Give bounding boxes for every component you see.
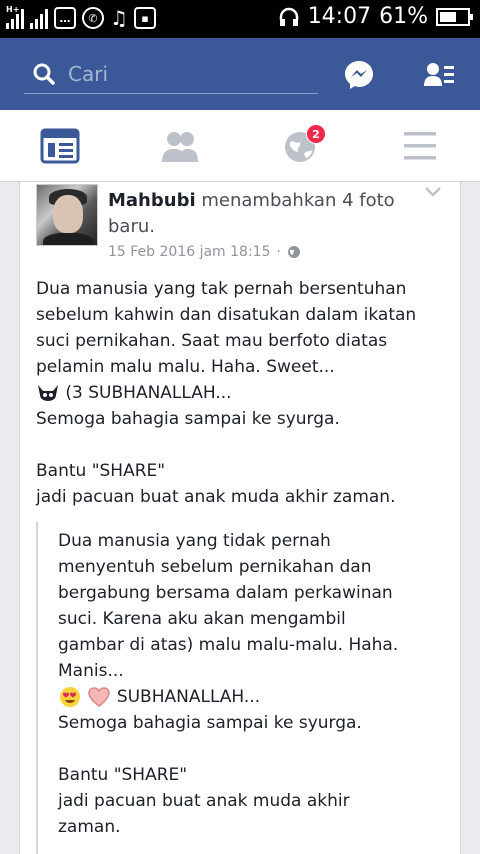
heart-icon — [88, 687, 111, 707]
music-icon: ♫ — [110, 6, 128, 30]
translation-line: Manis... — [58, 661, 124, 681]
post-timestamp[interactable]: 15 Feb 2016 jam 18:15 — [108, 244, 270, 260]
author-name[interactable]: Mahbubi — [108, 190, 196, 211]
emoji-line-text: (3 SUBHANALLAH... — [65, 383, 232, 403]
menu-icon[interactable] — [400, 128, 440, 164]
status-icons-left: H+ … ✆ ♫ ▪ — [6, 5, 156, 30]
post-line: Semoga bahagia sampai ke syurga. — [36, 409, 340, 429]
post-line: Dua manusia yang tak pernah bersentuhan — [36, 279, 407, 299]
post-emoji-line: (3 SUBHANALLAH... — [36, 380, 446, 406]
post-line: sebelum kahwin dan disatukan dalam ikata… — [36, 305, 417, 325]
post-meta: 15 Feb 2016 jam 18:15 · — [108, 244, 301, 260]
post-line: jadi pacuan buat anak muda akhir zaman. — [36, 487, 396, 507]
chevron-down-icon[interactable] — [424, 186, 442, 198]
post-line: suci pernikahan. Saat mau berfoto diatas — [36, 331, 388, 351]
translation-block: Dua manusia yang tidak pernah menyentuh … — [36, 522, 446, 854]
heart-eyes-emoji-icon — [60, 687, 80, 707]
author-avatar[interactable] — [36, 184, 98, 246]
translation-line: gambar di atas) malu malu-malu. Haha. — [58, 635, 399, 655]
messenger-icon[interactable] — [342, 58, 376, 92]
post-card: Mahbubi menambahkan 4 foto baru. 15 Feb … — [19, 182, 461, 854]
post-body: Dua manusia yang tak pernah bersentuhan … — [36, 276, 446, 510]
post-line: pelamin malu malu. Haha. Sweet... — [36, 357, 335, 377]
top-header: Cari — [0, 38, 480, 110]
meta-separator: · — [276, 244, 281, 260]
status-icons-right: 14:07 61% — [278, 4, 473, 29]
translation-line: menyentuh sebelum pernikahan dan — [58, 557, 372, 577]
news-feed-icon[interactable] — [40, 128, 80, 164]
translation-emoji-line: SUBHANALLAH... — [58, 684, 446, 710]
status-bar: H+ … ✆ ♫ ▪ 14:07 61% — [0, 0, 480, 38]
bbm-icon: ▪ — [133, 7, 156, 29]
headphones-icon — [279, 7, 298, 26]
devil-face-icon — [38, 385, 58, 401]
friend-requests-icon[interactable] — [422, 58, 456, 92]
globe-privacy-icon — [287, 246, 300, 258]
tab-bar: 2 — [0, 110, 480, 182]
notification-badge: 2 — [306, 124, 326, 144]
chat-app-icon: … — [54, 7, 76, 29]
signal-icon: H+ — [6, 5, 24, 29]
friends-icon[interactable] — [160, 128, 200, 164]
post-actor-line: Mahbubi menambahkan 4 foto baru. — [108, 188, 408, 240]
translation-line: Semoga bahagia sampai ke syurga. — [58, 713, 362, 733]
network-type-label: H+ — [6, 5, 20, 14]
whatsapp-icon: ✆ — [82, 7, 104, 29]
translation-line: Bantu "SHARE" — [58, 765, 188, 785]
search-icon — [33, 63, 55, 85]
post-line: Bantu "SHARE" — [36, 461, 166, 481]
battery-icon — [436, 7, 473, 26]
translation-line: jadi pacuan buat anak muda akhir — [58, 791, 350, 811]
translation-line: Dua manusia yang tidak pernah — [58, 531, 331, 551]
signal-icon-2 — [30, 7, 48, 29]
translation-line: suci. Karena aku akan mengambil — [58, 609, 346, 629]
battery-percent: 61% — [379, 4, 428, 29]
clock: 14:07 — [307, 4, 372, 29]
translation-emoji-text: SUBHANALLAH... — [116, 687, 261, 707]
translation-line: bergabung bersama dalam perkawinan — [58, 583, 393, 603]
translation-line: zaman. — [58, 817, 121, 837]
search-bar[interactable]: Cari — [24, 54, 318, 94]
search-placeholder: Cari — [68, 61, 108, 86]
